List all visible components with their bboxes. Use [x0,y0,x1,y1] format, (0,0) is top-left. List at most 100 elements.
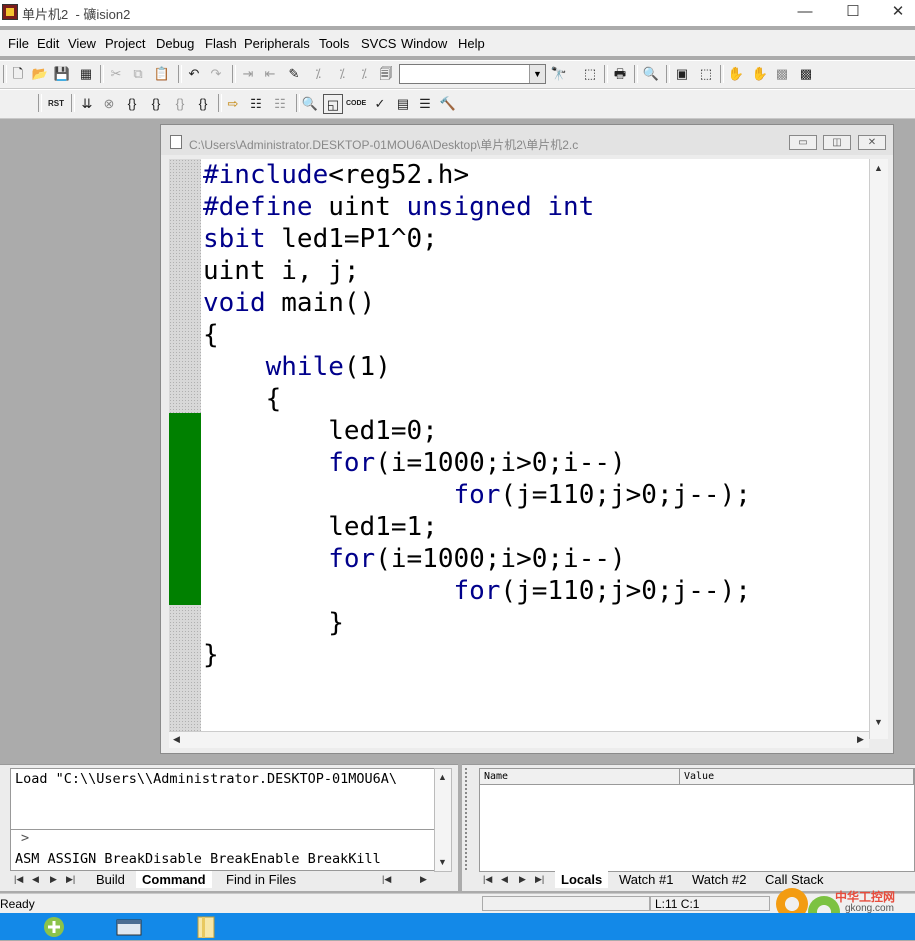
code-line[interactable]: while(1) [203,351,391,383]
window-manager-icon[interactable] [114,916,144,938]
column-header-name[interactable]: Name [480,769,680,785]
tab-call-stack[interactable]: Call Stack [759,871,830,888]
minimize-button[interactable]: — [782,0,828,26]
menu-file[interactable]: File [8,36,29,51]
watch-grid[interactable]: Name Value [479,768,915,872]
code-line[interactable]: sbit led1=P1^0; [203,223,438,255]
tab-prev-icon[interactable]: ◀ [501,874,508,885]
disable-bp-icon[interactable]: ☷ [270,94,290,114]
browse-icon[interactable]: ⬚ [580,64,600,84]
menu-svcs[interactable]: SVCS [361,36,396,51]
editor-minimize-button[interactable]: ▭ [789,135,817,150]
hand-icon[interactable]: ✋ [726,64,746,84]
tab-watch-1[interactable]: Watch #1 [613,871,679,888]
tab-prev-icon[interactable]: ◀ [32,874,39,885]
hand-stop-icon[interactable]: ✋ [750,64,770,84]
cut-icon[interactable]: ✂ [106,64,126,84]
chevron-down-icon[interactable]: ▼ [529,65,545,83]
code-line[interactable]: led1=0; [203,415,438,447]
tab-last-icon[interactable]: ▶| [535,874,544,885]
enable-bp-icon[interactable]: ☷ [246,94,266,114]
open-folder-icon[interactable]: 📂 [30,64,50,84]
app-launcher-icon[interactable] [38,916,68,938]
command-input-area[interactable]: > ASM ASSIGN BreakDisable BreakEnable Br… [10,829,435,871]
close-button[interactable]: ✕ [875,0,915,26]
paste-icon[interactable]: 📋 [152,64,172,84]
run-to-cursor-icon[interactable]: {} [193,94,213,114]
code-line[interactable]: #define uint unsigned int [203,191,594,223]
copy-icon[interactable]: ⧉ [128,64,148,84]
tab-command[interactable]: Command [136,871,212,888]
scroll-down-icon[interactable]: ▼ [438,857,447,867]
editor-restore-button[interactable]: ◫ [823,135,851,150]
code-line[interactable]: #include<reg52.h> [203,159,469,191]
redo-icon[interactable]: ↷ [206,64,226,84]
tab-first-icon[interactable]: |◀ [483,874,492,885]
debug-start-icon[interactable]: 🔍 [641,64,661,84]
memory-icon[interactable]: ▤ [393,94,413,114]
code-line[interactable]: } [203,607,344,639]
step-over-icon[interactable]: {} [146,94,166,114]
show-next-icon[interactable]: ⇨ [223,94,243,114]
clear-bookmarks-icon[interactable]: ⁒ [354,64,374,84]
save-all-icon[interactable]: ▦ [76,64,96,84]
menu-peripherals[interactable]: Peripherals [244,36,310,51]
code-line[interactable]: uint i, j; [203,255,360,287]
step-into-icon[interactable]: {} [122,94,142,114]
scroll-right-icon[interactable]: ▶ [857,734,864,745]
tab-locals[interactable]: Locals [555,871,609,888]
code-line[interactable]: } [203,639,219,671]
disasm-icon[interactable]: 🔍 [300,94,320,114]
print-icon[interactable]: 🖶 [610,64,630,84]
prev-bookmark-icon[interactable]: ⁒ [332,64,352,84]
code-line[interactable]: for(i=1000;i>0;i--) [203,543,625,575]
browse-icon[interactable]: ⬚ [696,64,716,84]
code-line[interactable]: { [203,383,282,415]
toolbox-icon[interactable]: 🔨 [438,94,458,114]
code-coverage-icon[interactable]: CODE [346,94,366,114]
menu-flash[interactable]: Flash [205,36,237,51]
tab-watch-2[interactable]: Watch #2 [686,871,752,888]
find-in-files-icon[interactable]: 🗐 [376,64,396,84]
scroll-left-icon[interactable]: ◀ [173,734,180,745]
window-icon[interactable]: ▣ [672,64,692,84]
code-line[interactable]: { [203,319,219,351]
find-icon[interactable]: 🔭 [549,64,569,84]
menu-debug[interactable]: Debug [156,36,194,51]
scroll-up-icon[interactable]: ▲ [874,163,883,173]
maximize-button[interactable]: ☐ [830,0,876,26]
menu-window[interactable]: Window [401,36,447,51]
tab-find-in-files[interactable]: Find in Files [220,871,302,888]
file-explorer-icon[interactable] [192,916,222,939]
code-editor[interactable]: #include<reg52.h> #define uint unsigned i… [201,159,869,739]
column-header-value[interactable]: Value [680,769,914,785]
code-line[interactable]: led1=1; [203,511,438,543]
undo-icon[interactable]: ↶ [184,64,204,84]
menu-edit[interactable]: Edit [37,36,59,51]
next-bookmark-icon[interactable]: ⁒ [308,64,328,84]
menu-tools[interactable]: Tools [319,36,349,51]
scroll-right-icon[interactable]: ▶ [420,874,427,885]
pane-grip[interactable] [465,768,477,870]
step-out-icon[interactable]: {} [170,94,190,114]
tab-next-icon[interactable]: ▶ [519,874,526,885]
editor-horizontal-scrollbar[interactable]: ◀ ▶ [169,731,869,748]
editor-title-bar[interactable]: C:\Users\Administrator.DESKTOP-01MOU6A\D… [161,125,893,155]
tab-first-icon[interactable]: |◀ [14,874,23,885]
output-vertical-scrollbar[interactable]: ▲ ▼ [434,768,452,872]
grid-icon[interactable]: ▩ [772,64,792,84]
editor-vertical-scrollbar[interactable]: ▲ ▼ [869,159,888,739]
perf-icon[interactable]: ☰ [415,94,435,114]
menu-project[interactable]: Project [105,36,145,51]
new-file-icon[interactable]: 🗋 [8,64,28,84]
menu-view[interactable]: View [68,36,96,51]
stop-icon[interactable]: ⊗ [99,94,119,114]
run-icon[interactable]: ⇊ [77,94,97,114]
save-icon[interactable]: 💾 [52,64,72,84]
code-line[interactable]: for(j=110;j>0;j--); [203,575,750,607]
scroll-left-icon[interactable]: |◀ [382,874,391,885]
code-line[interactable]: void main() [203,287,375,319]
scroll-up-icon[interactable]: ▲ [438,772,447,782]
tab-build[interactable]: Build [90,871,131,888]
reset-icon[interactable]: RST [46,94,66,114]
